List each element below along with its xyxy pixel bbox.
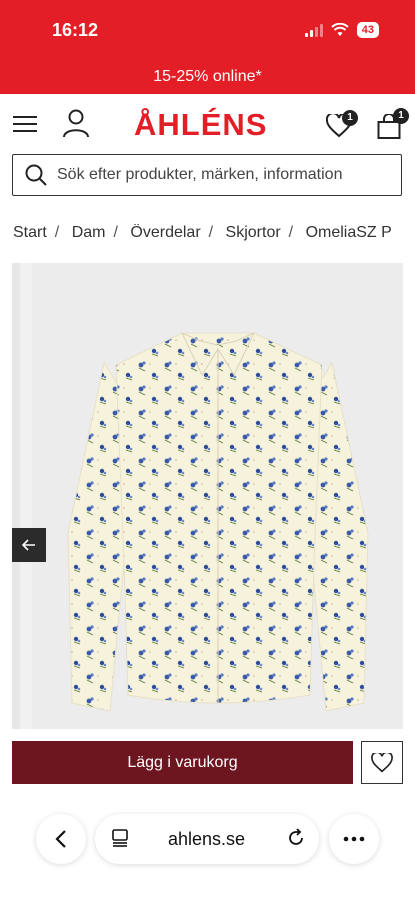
- breadcrumb-dam[interactable]: Dam: [72, 224, 106, 241]
- address-bar[interactable]: ahlens.se: [95, 814, 319, 864]
- status-bar: 16:12 43: [0, 0, 415, 60]
- add-to-wishlist-button[interactable]: [361, 741, 403, 784]
- tabs-icon: [112, 829, 128, 847]
- account-icon[interactable]: [62, 108, 90, 138]
- breadcrumb-start[interactable]: Start: [13, 224, 47, 241]
- wishlist-button[interactable]: 1: [326, 110, 358, 140]
- search-input[interactable]: [57, 166, 387, 184]
- wifi-icon: [331, 23, 349, 36]
- shirt-illustration: [67, 331, 369, 712]
- gallery-prev-button[interactable]: [12, 528, 46, 562]
- reload-icon[interactable]: [285, 827, 307, 849]
- cart-count-badge: 1: [393, 108, 409, 124]
- product-gallery[interactable]: [12, 263, 403, 729]
- address-domain: ahlens.se: [168, 829, 246, 849]
- gallery-prev-edge: [12, 263, 20, 729]
- add-to-cart-button[interactable]: Lägg i varukorg: [12, 741, 353, 784]
- browser-back-button[interactable]: [36, 814, 86, 864]
- hamburger-menu-icon[interactable]: [13, 116, 37, 132]
- breadcrumb-current[interactable]: OmeliaSZ P: [306, 224, 392, 241]
- browser-toolbar: ahlens.se: [0, 798, 415, 900]
- status-indicators: 43: [304, 22, 379, 38]
- heart-outline-icon: [371, 752, 393, 772]
- status-time: 16:12: [52, 20, 99, 40]
- brand-logo[interactable]: ÅHLÉNS: [134, 107, 267, 143]
- more-icon: [343, 836, 365, 842]
- battery-indicator: 43: [356, 22, 379, 38]
- breadcrumb-overdelar[interactable]: Överdelar: [130, 224, 200, 241]
- site-header: ÅHLÉNS 1 1: [0, 94, 415, 154]
- signal-icon: [304, 23, 323, 37]
- promo-banner[interactable]: 15-25% online*: [0, 60, 415, 94]
- breadcrumb-skjortor[interactable]: Skjortor: [226, 224, 281, 241]
- product-image[interactable]: [32, 263, 403, 729]
- wishlist-count-badge: 1: [342, 110, 358, 126]
- chevron-left-icon: [55, 830, 66, 848]
- search-icon: [25, 164, 47, 186]
- search-bar[interactable]: [12, 154, 402, 196]
- breadcrumb: Start / Dam / Överdelar / Skjortor / OmeliaS…: [13, 224, 392, 241]
- cart-button[interactable]: 1: [377, 108, 409, 140]
- arrow-left-icon: [22, 539, 35, 551]
- browser-more-button[interactable]: [329, 814, 379, 864]
